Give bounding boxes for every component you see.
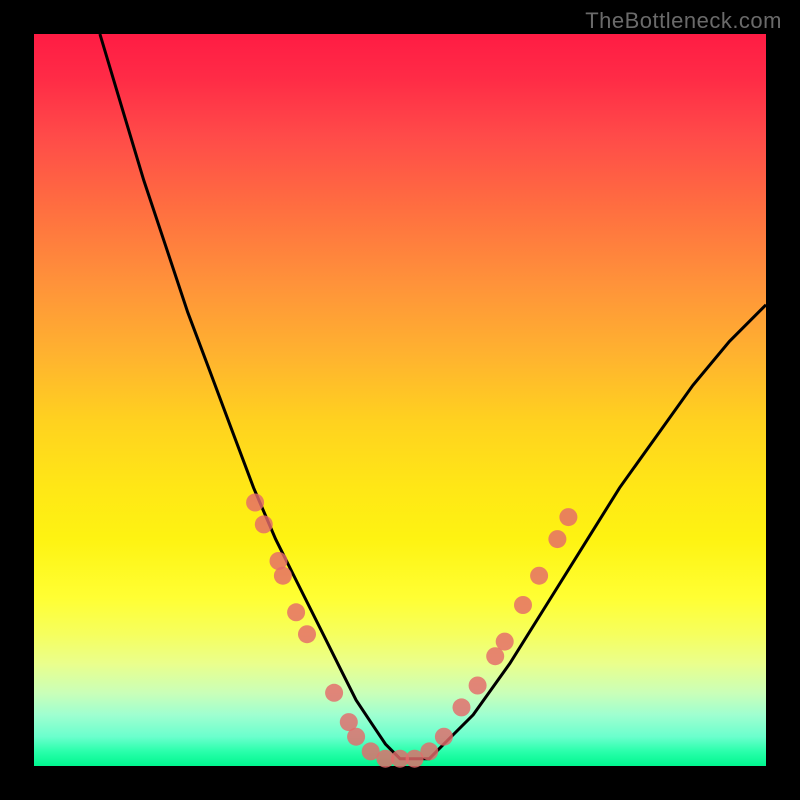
data-marker bbox=[255, 515, 273, 533]
data-marker bbox=[530, 567, 548, 585]
watermark-label: TheBottleneck.com bbox=[585, 8, 782, 34]
data-marker bbox=[246, 494, 264, 512]
data-marker bbox=[469, 677, 487, 695]
bottleneck-curve bbox=[100, 34, 766, 759]
data-marker bbox=[287, 603, 305, 621]
data-marker bbox=[274, 567, 292, 585]
data-marker bbox=[325, 684, 343, 702]
chart-svg bbox=[34, 34, 766, 766]
data-marker bbox=[548, 530, 566, 548]
data-marker bbox=[435, 728, 453, 746]
data-marker bbox=[496, 633, 514, 651]
chart-plot-area bbox=[34, 34, 766, 766]
data-marker bbox=[298, 625, 316, 643]
data-marker bbox=[420, 742, 438, 760]
data-markers bbox=[246, 494, 577, 768]
data-marker bbox=[347, 728, 365, 746]
data-marker bbox=[559, 508, 577, 526]
data-marker bbox=[514, 596, 532, 614]
data-marker bbox=[453, 698, 471, 716]
